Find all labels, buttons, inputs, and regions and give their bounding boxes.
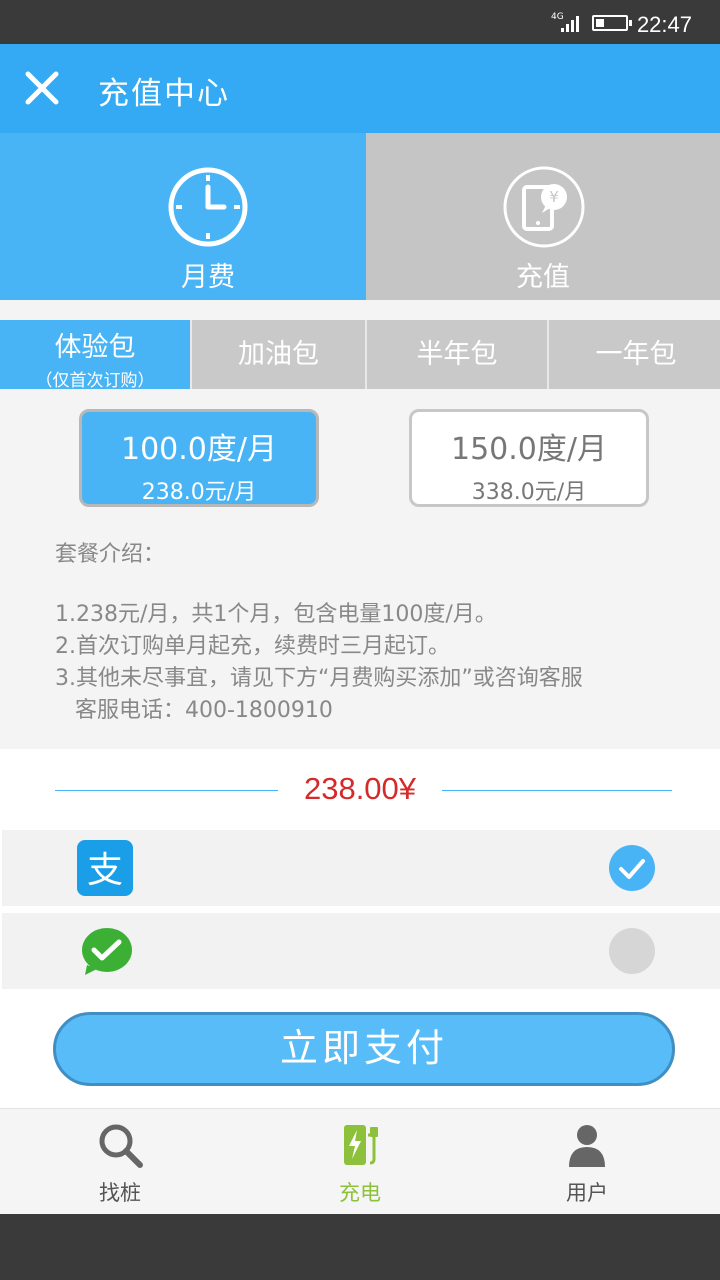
nav-label: 用户 <box>566 1181 608 1205</box>
tab-trial-package[interactable]: 体验包 （仅首次订购） <box>0 320 190 391</box>
tab-oneyear-label: 一年包 <box>595 339 677 370</box>
spacer <box>0 300 720 320</box>
total-amount-row: 238.00¥ <box>0 749 720 830</box>
tab-trial-label: 体验包 <box>54 332 136 363</box>
nav-label: 找桩 <box>99 1181 141 1205</box>
package-tabs: 体验包 （仅首次订购） 加油包 半年包 一年包 <box>0 320 720 391</box>
intro-line: 1.238元/月，共1个月，包含电量100度/月。 <box>55 602 497 627</box>
battery-icon <box>592 15 632 31</box>
page-title: 充值中心 <box>98 76 230 112</box>
intro-line: 3.其他未尽事宜，请见下方“月费购买添加”或咨询客服 <box>55 666 583 691</box>
tab-trial-sub: （仅首次订购） <box>35 371 155 391</box>
search-icon <box>99 1124 143 1168</box>
payment-option-alipay[interactable]: 支 <box>2 830 720 906</box>
tab-oneyear-package[interactable]: 一年包 <box>549 320 720 389</box>
tab-halfyear-label: 半年包 <box>416 339 498 370</box>
plan-quantity: 100.0度/月 <box>121 432 277 467</box>
signal-icon <box>561 16 579 32</box>
tab-monthly-fee[interactable]: 月费 <box>0 133 366 300</box>
radio-selected[interactable] <box>609 845 655 891</box>
nav-item-charge[interactable]: 充电 <box>240 1109 480 1215</box>
divider <box>442 790 672 791</box>
top-tabs: 月费 ¥ 充值 <box>0 133 720 300</box>
intro-line: 客服电话：400-1800910 <box>75 698 333 723</box>
checkmark-icon <box>619 859 645 879</box>
total-amount: 238.00¥ <box>303 771 417 806</box>
tab-recharge[interactable]: ¥ 充值 <box>366 133 720 300</box>
plan-quantity: 150.0度/月 <box>451 432 607 467</box>
package-panel: 100.0度/月 238.0元/月 150.0度/月 338.0元/月 套餐介绍… <box>0 389 720 749</box>
radio-unselected[interactable] <box>609 928 655 974</box>
wechat-pay-icon <box>82 928 132 975</box>
plan-price: 338.0元/月 <box>471 480 587 505</box>
intro-line: 2.首次订购单月起充，续费时三月起订。 <box>55 634 450 659</box>
plan-option-150[interactable]: 150.0度/月 338.0元/月 <box>409 409 649 507</box>
system-nav-bar <box>0 1214 720 1280</box>
header-bar: 充值中心 <box>0 44 720 133</box>
tab-monthly-fee-label: 月费 <box>181 262 235 293</box>
alipay-icon: 支 <box>77 840 133 896</box>
tab-halfyear-package[interactable]: 半年包 <box>367 320 547 389</box>
svg-text:支: 支 <box>87 850 123 891</box>
charging-icon <box>344 1125 378 1165</box>
nav-item-user[interactable]: 用户 <box>467 1109 707 1215</box>
intro-title: 套餐介绍： <box>55 542 166 567</box>
close-icon[interactable] <box>20 66 64 110</box>
tab-fuel-package[interactable]: 加油包 <box>192 320 365 389</box>
payment-option-wechat[interactable] <box>2 913 720 989</box>
pay-now-button[interactable]: 立即支付 <box>53 1012 675 1086</box>
clock-icon <box>168 167 248 247</box>
nav-label: 充电 <box>339 1181 381 1205</box>
package-intro: 套餐介绍： 1.238元/月，共1个月，包含电量100度/月。 2.首次订购单月… <box>55 539 705 727</box>
phone-yuan-icon: ¥ <box>503 166 585 248</box>
clock-time: 22:47 <box>636 12 692 37</box>
tab-recharge-label: 充值 <box>516 262 570 293</box>
status-bar: 4G 22:47 <box>0 0 720 44</box>
nav-item-find-pile[interactable]: 找桩 <box>0 1109 240 1215</box>
svg-text:¥: ¥ <box>549 188 559 206</box>
user-icon <box>569 1125 605 1167</box>
tab-fuel-label: 加油包 <box>238 339 319 370</box>
bottom-nav: 找桩 充电 用户 <box>0 1108 720 1214</box>
plan-price: 238.0元/月 <box>141 480 257 505</box>
plan-option-100[interactable]: 100.0度/月 238.0元/月 <box>79 409 319 507</box>
